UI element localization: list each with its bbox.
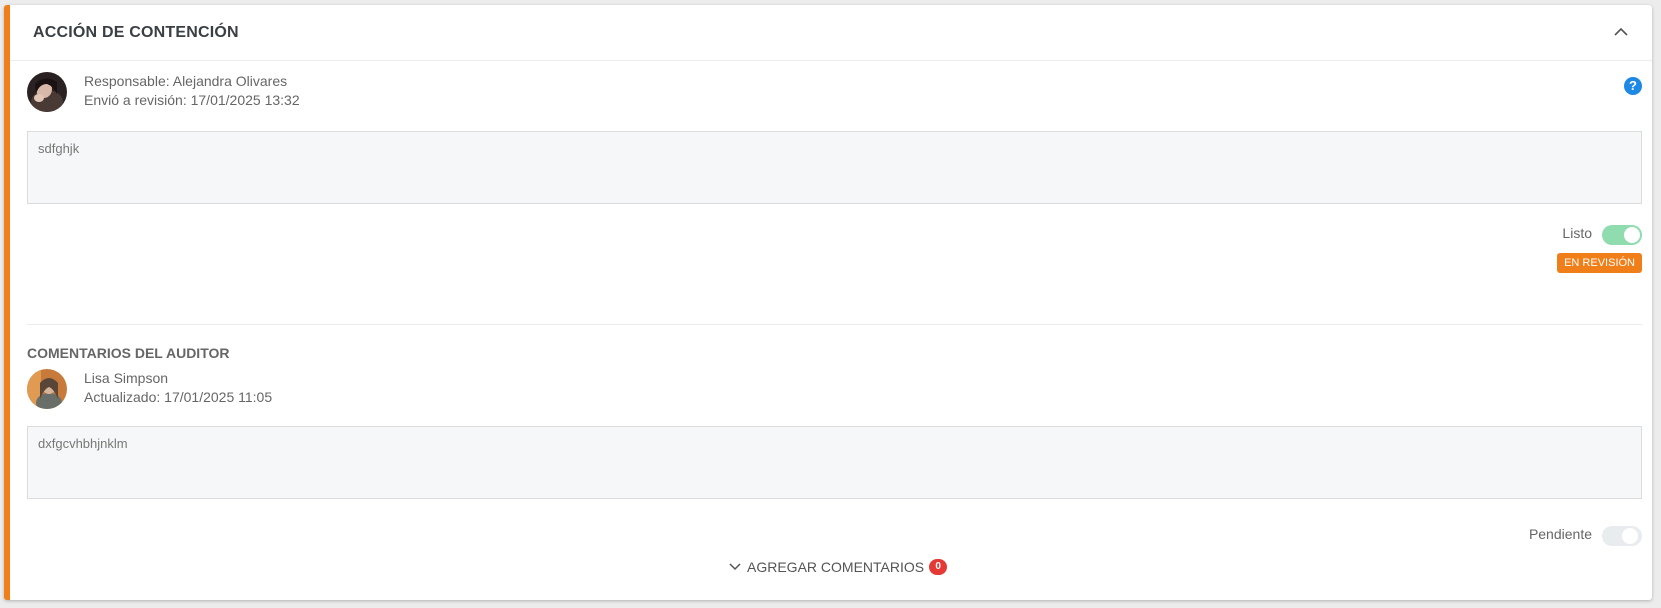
containment-action-card: ACCIÓN DE CONTENCIÓN Responsable: Alejan… <box>4 5 1652 600</box>
auditor-name: Lisa Simpson <box>84 370 169 386</box>
add-comments-label: AGREGAR COMENTARIOS <box>747 559 925 575</box>
help-icon[interactable]: ? <box>1624 77 1642 95</box>
sent-to-review-date: Envió a revisión: 17/01/2025 13:32 <box>84 92 300 108</box>
responsible-name: Responsable: Alejandra Olivares <box>84 73 288 89</box>
add-comments-button[interactable]: AGREGAR COMENTARIOS 0 <box>728 559 948 575</box>
card-title: ACCIÓN DE CONTENCIÓN <box>33 24 239 41</box>
auditor-updated-date: Actualizado: 17/01/2025 11:05 <box>84 389 273 405</box>
ready-toggle[interactable] <box>1602 225 1642 245</box>
toggle-knob <box>1624 227 1640 243</box>
response-text: sdfghjk <box>27 131 1642 204</box>
chevron-up-icon[interactable] <box>1612 25 1630 39</box>
card-header[interactable]: ACCIÓN DE CONTENCIÓN <box>10 5 1652 61</box>
chevron-down-icon <box>729 563 741 571</box>
pending-toggle-label: Pendiente <box>1528 526 1592 542</box>
auditor-comments-title: COMENTARIOS DEL AUDITOR <box>27 345 230 361</box>
auditor-comment-text: dxfgcvhbhjnklm <box>27 426 1642 499</box>
status-badge: EN REVISIÓN <box>1557 253 1642 273</box>
toggle-knob <box>1622 528 1638 544</box>
section-divider <box>27 324 1642 325</box>
pending-toggle[interactable] <box>1602 526 1642 546</box>
auditor-avatar <box>27 369 67 409</box>
comments-count-badge: 0 <box>929 559 948 575</box>
responsible-avatar <box>27 72 67 112</box>
ready-toggle-label: Listo <box>1562 225 1592 241</box>
